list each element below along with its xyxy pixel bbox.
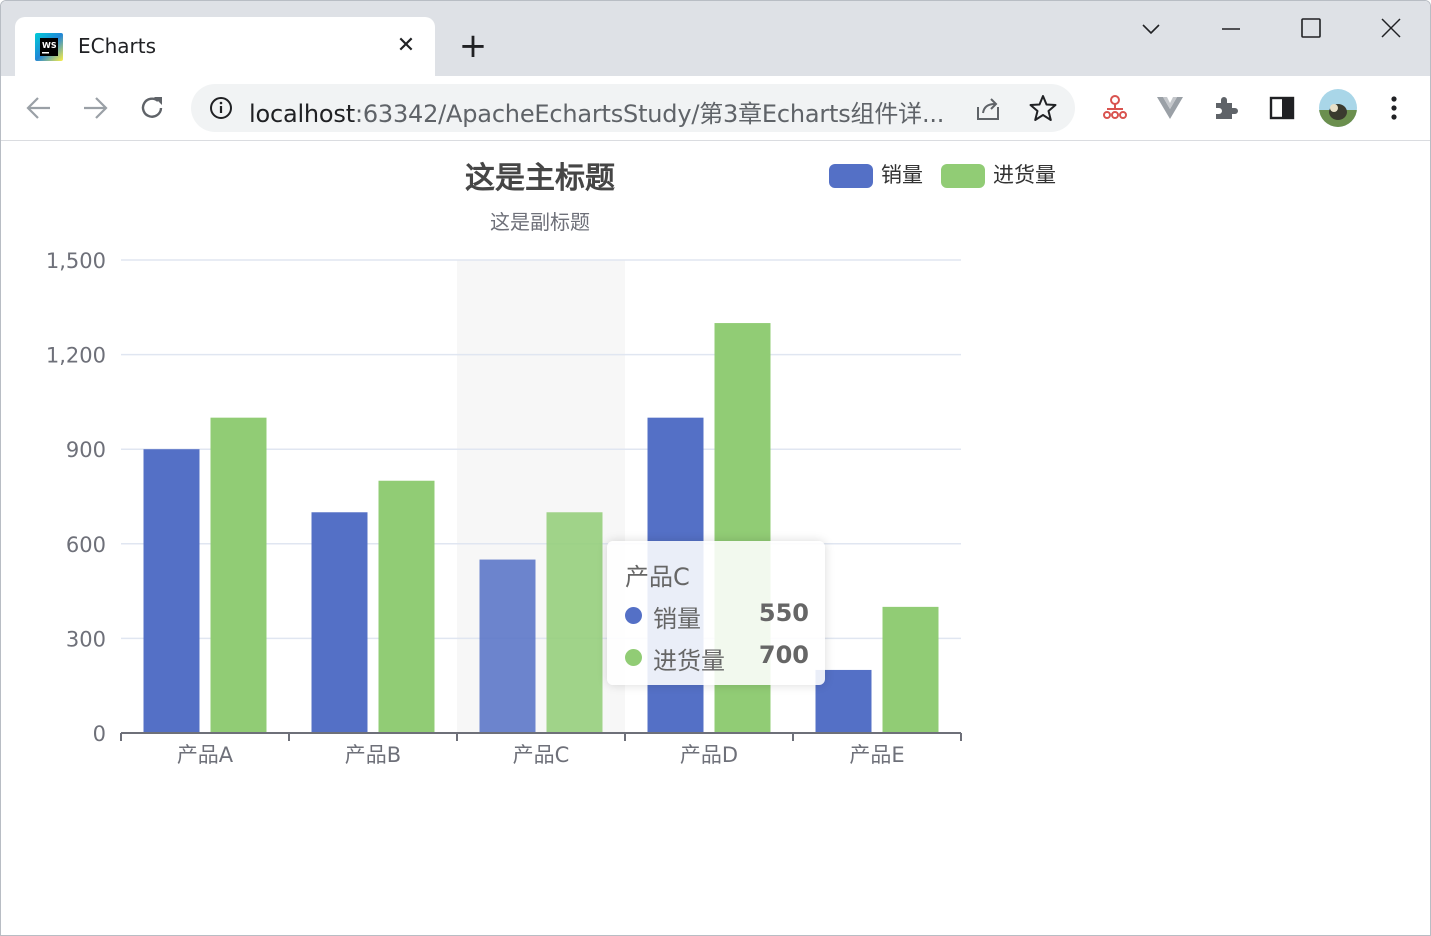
y-tick-label: 900 (66, 438, 106, 462)
y-tick-label: 1,500 (46, 249, 106, 273)
tab-close-icon[interactable]: ✕ (393, 33, 419, 59)
extensions-icon[interactable] (1211, 93, 1241, 123)
x-tick-label: 产品D (680, 743, 738, 767)
more-menu-icon[interactable] (1379, 93, 1409, 123)
maximize-icon[interactable] (1297, 15, 1325, 43)
url-host: localhost (249, 100, 355, 128)
tab-search-icon[interactable] (1137, 15, 1165, 43)
x-tick-label: 产品E (849, 743, 904, 767)
bar-chart: 0 300 600 900 1,200 1,500 产品A 产品B 产品C 产品D 产品E 这是主标题… (46, 161, 1056, 767)
svg-text:WS: WS (42, 41, 57, 50)
tab-echarts[interactable]: WS ECharts ✕ (15, 17, 435, 77)
bar-purchase (882, 606, 939, 733)
bar-sales (479, 559, 536, 733)
tooltip-series-value: 700 (758, 641, 809, 669)
tooltip-marker (625, 649, 642, 666)
back-icon[interactable] (24, 93, 54, 123)
forward-icon[interactable] (80, 93, 110, 123)
new-tab-icon[interactable]: + (456, 29, 490, 63)
y-tick-label: 600 (66, 533, 106, 557)
close-window-icon[interactable] (1377, 15, 1405, 43)
share-icon[interactable] (974, 95, 1002, 123)
browser-toolbar: localhost:63342/ApacheEchartsStudy/第3章Ec… (1, 76, 1430, 141)
bar-purchase (378, 480, 435, 733)
y-tick-label: 300 (66, 627, 106, 651)
browser-window: WS ECharts ✕ + localhost:63342/ApacheEch… (0, 0, 1431, 936)
bar-sales (311, 512, 368, 733)
webstorm-icon: WS (35, 33, 63, 61)
bookmark-star-icon[interactable] (1029, 94, 1057, 122)
y-tick-label: 1,200 (46, 344, 106, 368)
tooltip-row: 进货量 700 (625, 641, 815, 675)
chart-subtitle: 这是副标题 (490, 210, 590, 234)
y-tick-label: 0 (93, 722, 106, 746)
bar-purchase (210, 417, 267, 733)
tab-title: ECharts (78, 34, 157, 58)
legend-swatch (941, 164, 985, 188)
x-tick-label: 产品B (345, 743, 401, 767)
reload-icon[interactable] (137, 93, 167, 123)
tooltip-series-value: 550 (758, 599, 809, 627)
sitemap-extension-icon[interactable] (1100, 93, 1130, 123)
page-content: 0 300 600 900 1,200 1,500 产品A 产品B 产品C 产品D 产品E 这是主标题… (1, 141, 1430, 935)
bar-purchase (546, 512, 603, 733)
minimize-icon[interactable] (1217, 15, 1245, 43)
vue-devtools-icon[interactable] (1155, 93, 1185, 123)
chart-title: 这是主标题 (465, 161, 615, 196)
address-bar[interactable]: localhost:63342/ApacheEchartsStudy/第3章Ec… (191, 84, 1075, 132)
tooltip-marker (625, 607, 642, 624)
site-info-icon[interactable] (209, 96, 233, 120)
side-panel-icon[interactable] (1267, 93, 1297, 123)
chart-tooltip: 产品C 销量 550 进货量 700 (607, 541, 825, 685)
x-tick-label: 产品A (177, 743, 234, 767)
legend-label: 销量 (881, 163, 923, 187)
tab-strip: WS ECharts ✕ + (1, 1, 1430, 77)
tooltip-title: 产品C (625, 563, 690, 591)
url-path: :63342/ApacheEchartsStudy/第3章Echarts组件详.… (354, 100, 945, 128)
bar-sales (143, 449, 200, 733)
tooltip-series-name: 销量 (653, 605, 701, 633)
profile-avatar[interactable] (1318, 88, 1358, 128)
tooltip-series-name: 进货量 (653, 647, 725, 675)
legend-swatch (829, 164, 873, 188)
tooltip-row: 销量 550 (625, 599, 815, 633)
x-tick-label: 产品C (513, 743, 570, 767)
legend-label: 进货量 (993, 163, 1056, 187)
url-text: localhost:63342/ApacheEchartsStudy/第3章Ec… (249, 94, 944, 129)
